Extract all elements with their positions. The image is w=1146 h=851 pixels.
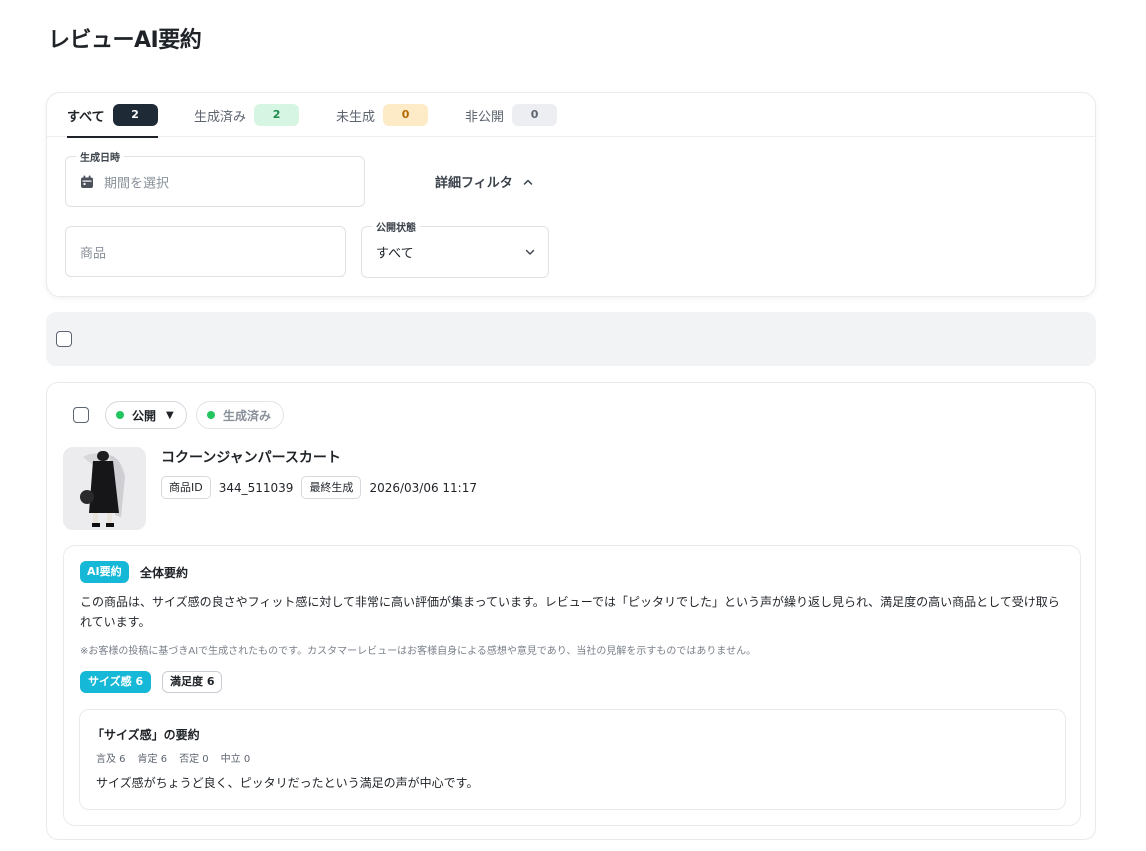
stat-mentions: 言及 6 bbox=[96, 754, 126, 765]
status-tabs: すべて 2 生成済み 2 未生成 0 非公開 0 bbox=[47, 93, 1095, 138]
calendar-icon bbox=[81, 175, 93, 188]
aspect-summary-card: 「サイズ感」の要約 言及 6 肯定 6 否定 0 中立 0 サイズ感がちょうど良… bbox=[79, 709, 1066, 810]
detail-filter-toggle[interactable]: 詳細フィルタ bbox=[435, 172, 533, 191]
product-id-tag: 商品ID bbox=[161, 476, 211, 499]
aspect-stats: 言及 6 肯定 6 否定 0 中立 0 bbox=[96, 750, 250, 765]
page-title: レビューAI要約 bbox=[48, 28, 202, 53]
chevron-up-icon bbox=[523, 179, 532, 185]
last-generated-value: 2026/03/06 11:17 bbox=[369, 480, 477, 495]
aspect-chip-satisfaction[interactable]: 満足度 6 bbox=[162, 671, 223, 693]
stat-positive: 肯定 6 bbox=[137, 754, 168, 765]
tab-count: 0 bbox=[383, 104, 429, 126]
visibility-value: すべて bbox=[376, 246, 414, 262]
product-id-value: 344_511039 bbox=[218, 480, 294, 495]
product-name: コクーンジャンパースカート bbox=[161, 450, 341, 466]
tab-private[interactable]: 非公開 0 bbox=[465, 93, 558, 137]
stat-negative: 否定 0 bbox=[179, 754, 209, 765]
detail-filter-label: 詳細フィルタ bbox=[435, 176, 513, 191]
filter-card: すべて 2 生成済み 2 未生成 0 非公開 0 生成日時 期間を選択 詳細フィ… bbox=[46, 92, 1096, 297]
visibility-status-dropdown[interactable]: 公開 ▼ bbox=[105, 401, 187, 429]
summary-title: 全体要約 bbox=[140, 566, 189, 580]
product-image bbox=[63, 447, 146, 530]
review-card: 公開 ▼ 生成済み コクーンジャンパースカート 商品ID 344_511039 … bbox=[46, 382, 1096, 840]
tab-count: 0 bbox=[512, 104, 558, 126]
status-dot bbox=[116, 411, 124, 419]
date-range-label: 生成日時 bbox=[76, 149, 124, 164]
bulk-action-bar bbox=[46, 312, 1096, 366]
tab-generated[interactable]: 生成済み 2 bbox=[194, 93, 300, 137]
tab-label: 未生成 bbox=[336, 109, 376, 125]
aspect-chip-size[interactable]: サイズ感 6 bbox=[80, 671, 152, 693]
visibility-status-label: 公開 bbox=[132, 408, 157, 423]
chevron-down-icon bbox=[525, 249, 535, 255]
last-generated-tag: 最終生成 bbox=[301, 476, 362, 499]
stat-neutral: 中立 0 bbox=[220, 754, 251, 765]
review-select-checkbox[interactable] bbox=[73, 407, 89, 423]
visibility-select[interactable]: 公開状態 すべて bbox=[361, 219, 549, 278]
tab-count: 2 bbox=[254, 104, 300, 126]
date-range-field[interactable]: 生成日時 期間を選択 bbox=[65, 149, 365, 207]
select-all-checkbox[interactable] bbox=[56, 331, 72, 347]
product-thumbnail bbox=[63, 447, 146, 530]
caret-down-icon: ▼ bbox=[166, 409, 174, 421]
tab-label: 非公開 bbox=[465, 109, 505, 125]
aspect-summary-title: 「サイズ感」の要約 bbox=[92, 728, 200, 742]
generated-status-badge: 生成済み bbox=[196, 401, 285, 429]
ai-summary-badge: AI要約 bbox=[80, 561, 129, 583]
tab-label: 生成済み bbox=[194, 109, 247, 125]
summary-text: この商品は、サイズ感の良さやフィット感に対して非常に高い評価が集まっています。レ… bbox=[80, 595, 1060, 629]
aspect-summary-text: サイズ感がちょうど良く、ピッタリだったという満足の声が中心です。 bbox=[96, 776, 479, 790]
product-meta: 商品ID 344_511039 最終生成 2026/03/06 11:17 bbox=[161, 476, 485, 499]
product-input[interactable]: 商品 bbox=[65, 226, 346, 277]
generated-status-label: 生成済み bbox=[223, 408, 272, 423]
tab-all[interactable]: すべて 2 bbox=[67, 93, 158, 138]
ai-disclaimer: ※お客様の投稿に基づきAIで生成されたものです。カスタマーレビューはお客様自身に… bbox=[80, 646, 757, 657]
ai-summary-panel: AI要約 全体要約 この商品は、サイズ感の良さやフィット感に対して非常に高い評価… bbox=[63, 545, 1081, 826]
tab-not-generated[interactable]: 未生成 0 bbox=[336, 93, 429, 137]
tab-count: 2 bbox=[112, 104, 158, 126]
tab-label: すべて bbox=[67, 109, 105, 125]
product-placeholder: 商品 bbox=[80, 246, 107, 261]
date-range-placeholder: 期間を選択 bbox=[104, 176, 170, 191]
status-dot bbox=[207, 411, 215, 419]
visibility-label: 公開状態 bbox=[372, 219, 420, 234]
